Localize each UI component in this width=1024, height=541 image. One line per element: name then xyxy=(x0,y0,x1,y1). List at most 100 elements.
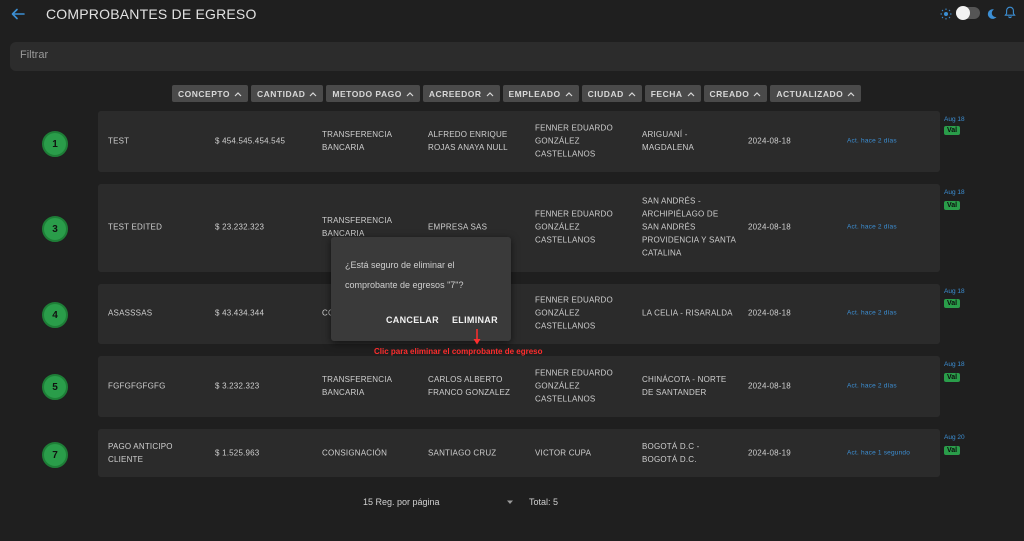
chevron-up-icon xyxy=(565,91,573,96)
bell-icon[interactable] xyxy=(1004,6,1016,19)
sort-bar: CONCEPTO CANTIDAD METODO PAGO ACREEDOR E… xyxy=(172,85,862,102)
table-row[interactable]: TEST EDITED $ 23.232.323 TRANSFERENCIA B… xyxy=(98,184,940,272)
cell-cantidad: $ 1.525.963 xyxy=(215,448,260,458)
cell-metodo-pago: TRANSFERENCIA BANCARIA xyxy=(322,375,392,397)
sort-label: CREADO xyxy=(709,88,750,99)
row-number-badge: 7 xyxy=(42,442,68,468)
status-badge: Val xyxy=(944,201,961,210)
chevron-up-icon xyxy=(628,91,636,96)
theme-toggle[interactable] xyxy=(956,5,980,20)
delete-button[interactable]: ELIMINAR xyxy=(452,315,498,325)
sort-label: CANTIDAD xyxy=(257,88,306,99)
cell-acreedor: CARLOS ALBERTO FRANCO GONZALEZ xyxy=(428,375,511,397)
cell-ciudad: ARIGUANÍ - MAGDALENA xyxy=(642,130,695,152)
per-page-select[interactable]: 15 Reg. por página xyxy=(363,497,440,507)
cell-cantidad: $ 3.232.323 xyxy=(215,381,260,391)
cell-ciudad: CHINÁCOTA - NORTE DE SANTANDER xyxy=(642,375,727,397)
cell-ciudad: LA CELIA - RISARALDA xyxy=(642,308,733,318)
theme-controls xyxy=(940,5,1016,20)
cell-ciudad: SAN ANDRÉS - ARCHIPIÉLAGO DE SAN ANDRÉS … xyxy=(642,196,736,258)
sort-label: CIUDAD xyxy=(587,88,624,99)
row-number-badge: 5 xyxy=(42,374,68,400)
table-row[interactable]: FGFGFGFGFG $ 3.232.323 TRANSFERENCIA BAN… xyxy=(98,356,940,417)
row-number-badge: 3 xyxy=(42,216,68,242)
sort-label: ACREEDOR xyxy=(428,88,482,99)
chevron-up-icon xyxy=(753,91,761,96)
row-number-badge: 1 xyxy=(42,131,68,157)
cell-empleado: FENNER EDUARDO GONZÁLEZ CASTELLANOS xyxy=(535,123,613,159)
cell-metodo-pago: CONSIGNACIÓN xyxy=(322,448,388,458)
cell-fecha: 2024-08-18 xyxy=(748,308,791,318)
cell-ciudad: BOGOTÁ D.C - BOGOTÁ D.C. xyxy=(642,442,700,464)
filter-bar xyxy=(10,42,1024,71)
sort-label: CONCEPTO xyxy=(178,88,231,99)
toggle-knob xyxy=(956,5,970,20)
cell-fecha: 2024-08-18 xyxy=(748,222,791,232)
cell-empleado: FENNER EDUARDO GONZÁLEZ CASTELLANOS xyxy=(535,368,613,404)
sort-button-empleado[interactable]: EMPLEADO xyxy=(502,85,579,102)
moon-icon xyxy=(986,7,998,19)
chevron-up-icon xyxy=(234,91,242,96)
row-number-badge: 4 xyxy=(42,302,68,328)
filter-input[interactable] xyxy=(20,49,320,61)
sort-label: EMPLEADO xyxy=(508,88,561,99)
status-badge: Val xyxy=(944,373,961,382)
sun-icon xyxy=(940,7,952,19)
total-count: Total: 5 xyxy=(529,497,559,507)
cell-acreedor: ALFREDO ENRIQUE ROJAS ANAYA NULL xyxy=(428,130,508,152)
created-date: Aug 18 xyxy=(944,189,965,196)
table-row[interactable]: TEST $ 454.545.454.545 TRANSFERENCIA BAN… xyxy=(98,111,940,172)
sort-button-cantidad[interactable]: CANTIDAD xyxy=(251,85,324,102)
table-row[interactable]: ASASSSAS $ 43.434.344 CO FENNER EDUARDO … xyxy=(98,284,940,344)
cell-concepto: FGFGFGFGFG xyxy=(108,381,166,391)
cell-concepto: ASASSSAS xyxy=(108,308,153,318)
cell-actualizado: Act. hace 2 días xyxy=(847,382,897,390)
cell-concepto: TEST xyxy=(108,136,130,146)
chevron-up-icon xyxy=(309,91,317,96)
cell-actualizado: Act. hace 2 días xyxy=(847,223,897,231)
sort-button-ciudad[interactable]: CIUDAD xyxy=(581,85,642,102)
cell-cantidad: $ 43.434.344 xyxy=(215,308,265,318)
cancel-button[interactable]: CANCELAR xyxy=(386,315,439,325)
created-date: Aug 18 xyxy=(944,361,965,368)
cell-fecha: 2024-08-19 xyxy=(748,448,791,458)
cell-cantidad: $ 454.545.454.545 xyxy=(215,136,286,146)
sort-label: FECHA xyxy=(650,88,683,99)
cell-acreedor: SANTIAGO CRUZ xyxy=(428,448,497,458)
cell-empleado: VICTOR CUPA xyxy=(535,448,592,458)
chevron-up-icon xyxy=(847,91,855,96)
sort-button-creado[interactable]: CREADO xyxy=(703,85,768,102)
delete-confirm-dialog: ¿Está seguro de eliminar el comprobante … xyxy=(331,237,511,341)
cell-cantidad: $ 23.232.323 xyxy=(215,222,265,232)
status-badge: Val xyxy=(944,446,961,455)
sort-label: ACTUALIZADO xyxy=(776,88,844,99)
sort-button-actualizado[interactable]: ACTUALIZADO xyxy=(770,85,862,102)
cell-concepto: PAGO ANTICIPO CLIENTE xyxy=(108,442,173,464)
cell-fecha: 2024-08-18 xyxy=(748,136,791,146)
sort-button-concepto[interactable]: CONCEPTO xyxy=(172,85,249,102)
caret-down-icon[interactable] xyxy=(506,499,514,505)
cell-empleado: FENNER EDUARDO GONZÁLEZ CASTELLANOS xyxy=(535,295,613,331)
chevron-up-icon xyxy=(486,91,493,96)
sort-button-fecha[interactable]: FECHA xyxy=(644,85,701,102)
sort-button-metodo-pago[interactable]: METODO PAGO xyxy=(326,85,420,102)
sort-button-acreedor[interactable]: ACREEDOR xyxy=(422,85,500,102)
cell-fecha: 2024-08-18 xyxy=(748,381,791,391)
cell-metodo-pago: TRANSFERENCIA BANCARIA xyxy=(322,130,392,152)
top-bar: COMPROBANTES DE EGRESO xyxy=(0,0,1024,30)
status-badge: Val xyxy=(944,299,961,308)
created-date: Aug 18 xyxy=(944,288,965,295)
dialog-message: ¿Está seguro de eliminar el comprobante … xyxy=(345,260,464,290)
created-date: Aug 18 xyxy=(944,116,965,123)
table-row[interactable]: PAGO ANTICIPO CLIENTE $ 1.525.963 CONSIG… xyxy=(98,429,940,477)
chevron-up-icon xyxy=(406,91,414,96)
cell-empleado: FENNER EDUARDO GONZÁLEZ CASTELLANOS xyxy=(535,209,613,245)
status-badge: Val xyxy=(944,126,961,135)
cell-actualizado: Act. hace 2 días xyxy=(847,137,897,145)
arrow-left-icon[interactable] xyxy=(10,6,26,22)
page-title: COMPROBANTES DE EGRESO xyxy=(46,6,257,22)
chevron-up-icon xyxy=(687,91,694,96)
annotation-text: Clic para eliminar el comprobante de egr… xyxy=(374,347,543,356)
cell-acreedor: EMPRESA SAS xyxy=(428,222,488,232)
arrow-down-icon xyxy=(473,329,481,345)
